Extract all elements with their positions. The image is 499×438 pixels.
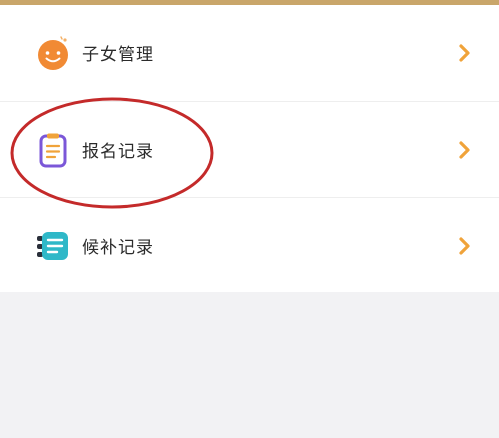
empty-background-area [0, 292, 499, 438]
menu-item-children-management[interactable]: 子女管理 [0, 5, 499, 100]
menu-card: 子女管理 报名记录 候补记录 [0, 5, 499, 292]
chevron-right-icon [458, 236, 472, 255]
smiley-face-icon [34, 34, 72, 72]
menu-item-registration-records[interactable]: 报名记录 [0, 102, 499, 197]
menu-item-label: 子女管理 [82, 45, 154, 65]
list-icon [34, 227, 72, 265]
menu-item-label: 候补记录 [82, 238, 154, 258]
chevron-right-icon [458, 140, 472, 159]
menu-item-label: 报名记录 [82, 142, 154, 162]
menu-item-waitlist-records[interactable]: 候补记录 [0, 198, 499, 293]
chevron-right-icon [458, 43, 472, 62]
clipboard-icon [34, 131, 72, 169]
